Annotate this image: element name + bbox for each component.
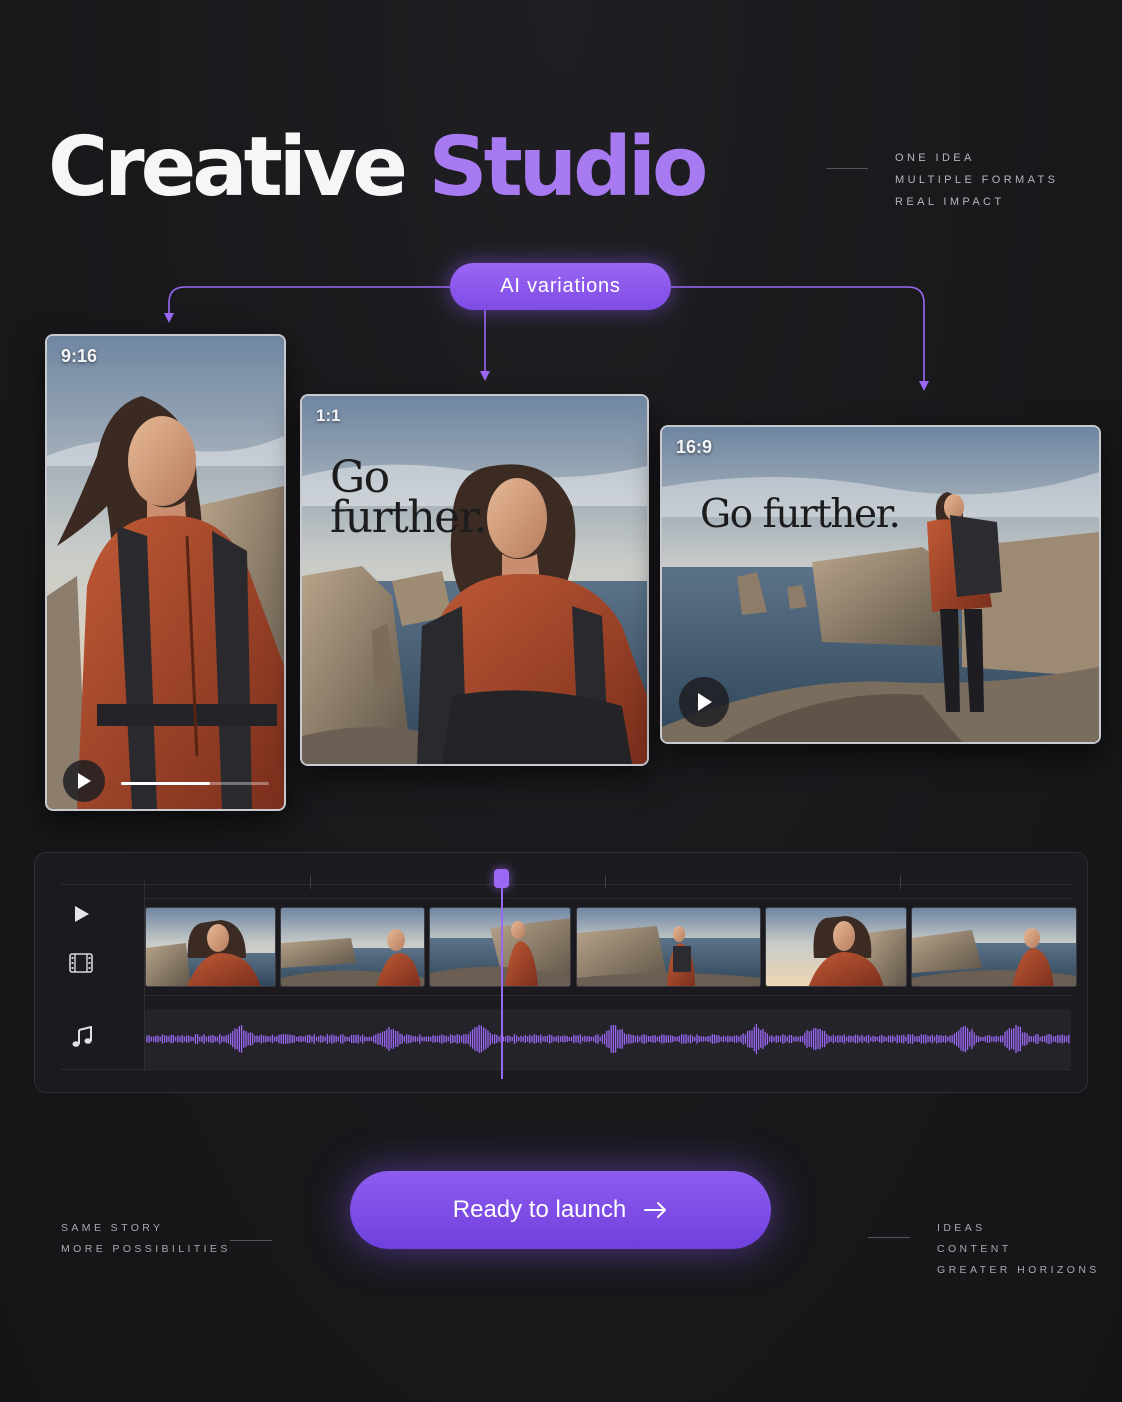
timeline-track-line	[61, 1069, 1071, 1070]
ruler-tick	[900, 875, 901, 889]
footer-right-line: IDEAS	[937, 1222, 986, 1234]
play-icon	[698, 693, 712, 711]
timeline-clip[interactable]	[765, 907, 907, 987]
play-button[interactable]	[63, 760, 105, 802]
footer-left-divider	[230, 1240, 272, 1241]
playhead-line	[501, 875, 503, 1079]
footer-left-line: SAME STORY	[61, 1222, 164, 1234]
timeline-clip[interactable]	[280, 907, 425, 987]
footer-right-divider	[868, 1237, 910, 1238]
ai-variations-button[interactable]: AI variations	[450, 263, 671, 310]
video-card-1-1[interactable]: 1:1 Go further.	[300, 394, 649, 766]
footer-right-block: IDEAS CONTENT GREATER HORIZONS	[937, 1218, 1100, 1281]
arrow-right-icon	[644, 1202, 667, 1218]
aspect-ratio-label: 1:1	[316, 406, 341, 425]
video-card-9-16[interactable]: 9:16	[45, 334, 286, 811]
timeline-clip[interactable]	[576, 907, 761, 987]
audio-track[interactable]	[145, 1009, 1071, 1069]
timeline-ruler-line	[61, 884, 1071, 885]
footer-left-line: MORE POSSIBILITIES	[61, 1243, 231, 1255]
ruler-tick	[605, 875, 606, 889]
timeline-ruler-line	[145, 898, 1071, 899]
timeline-clip[interactable]	[429, 907, 571, 987]
play-icon	[78, 773, 91, 789]
play-icon[interactable]	[74, 905, 90, 923]
music-note-icon[interactable]	[71, 1026, 93, 1048]
film-icon[interactable]	[69, 953, 93, 973]
timeline-track-line	[145, 995, 1071, 996]
progress-fill	[121, 782, 210, 785]
card-headline: Go further.	[330, 455, 487, 544]
footer-right-line: CONTENT	[937, 1243, 1012, 1255]
headline-line: further.	[330, 492, 487, 544]
video-card-16-9[interactable]: 16:9 Go further.	[660, 425, 1101, 744]
footer-right-line: GREATER HORIZONS	[937, 1264, 1100, 1276]
audio-waveform	[146, 1023, 1070, 1055]
card-headline: Go further.	[700, 492, 901, 537]
aspect-ratio-label: 9:16	[61, 346, 98, 366]
playhead-handle[interactable]	[494, 869, 509, 888]
progress-track[interactable]	[121, 782, 269, 785]
footer-left-block: SAME STORY MORE POSSIBILITIES	[61, 1218, 231, 1260]
ruler-tick	[310, 875, 311, 889]
timeline-clip[interactable]	[145, 907, 276, 987]
timeline-clip[interactable]	[911, 907, 1077, 987]
play-button[interactable]	[679, 677, 729, 727]
launch-button-label: Ready to launch	[452, 1196, 627, 1223]
timeline-panel[interactable]	[34, 852, 1088, 1093]
aspect-ratio-label: 16:9	[676, 437, 713, 457]
ready-to-launch-button[interactable]: Ready to launch	[350, 1171, 771, 1249]
portrait-photo	[47, 336, 284, 809]
